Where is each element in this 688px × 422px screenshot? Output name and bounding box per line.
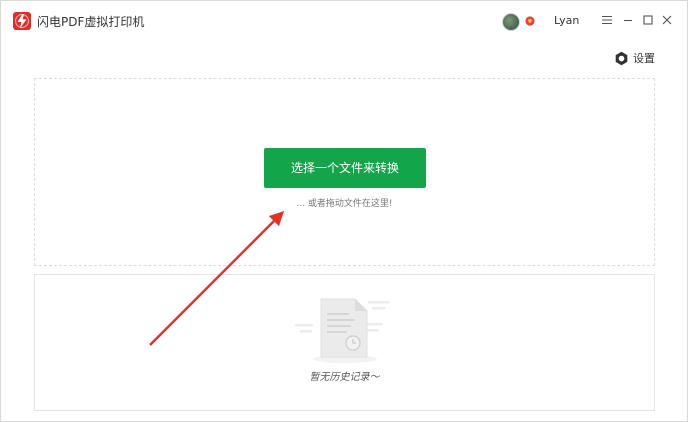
select-file-button[interactable]: 选择一个文件来转换 (264, 148, 426, 188)
app-logo-icon (13, 12, 31, 30)
user-avatar[interactable] (502, 13, 520, 31)
vip-badge-icon (525, 16, 535, 26)
app-title: 闪电PDF虚拟打印机 (37, 15, 145, 29)
gear-icon (615, 51, 628, 65)
minimize-icon[interactable] (621, 12, 635, 28)
username[interactable]: Lyan (554, 14, 579, 27)
title-bar[interactable]: 闪电PDF虚拟打印机 Lyan (1, 1, 687, 41)
empty-document-icon (295, 298, 390, 363)
menu-icon[interactable] (600, 12, 614, 28)
drag-hint-text: ... 或者拖动文件在这里! (296, 199, 393, 209)
history-empty-text: 暂无历史记录～ (309, 372, 380, 383)
close-icon[interactable] (660, 12, 674, 28)
file-drop-zone[interactable]: 选择一个文件来转换 ... 或者拖动文件在这里! (34, 78, 655, 266)
history-panel: 暂无历史记录～ (34, 274, 655, 411)
settings-button[interactable]: 设置 (614, 50, 655, 66)
settings-label: 设置 (633, 52, 655, 65)
app-window: 闪电PDF虚拟打印机 Lyan 设置 选择一个文件来转换 ... 或者拖动文件在… (0, 0, 688, 422)
maximize-icon[interactable] (641, 12, 655, 28)
